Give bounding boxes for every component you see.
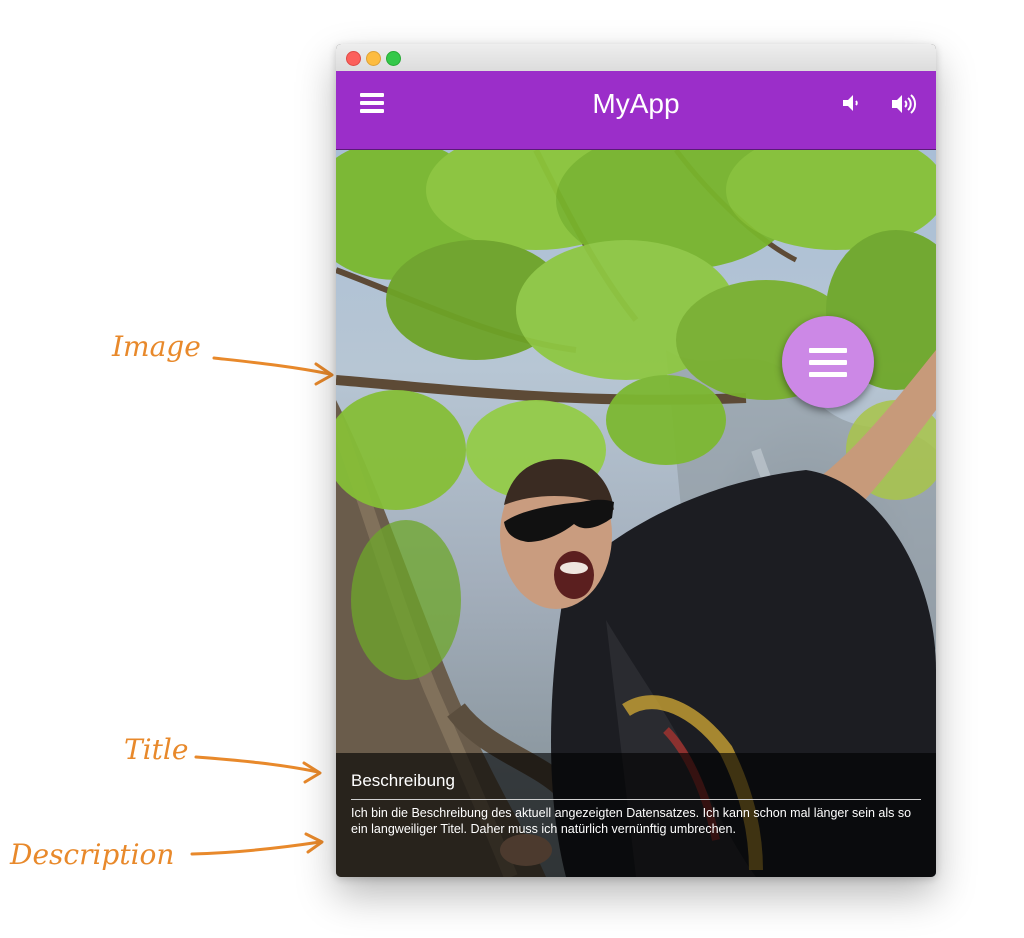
window-minimize-button[interactable] [366,51,381,66]
caption-title: Beschreibung [351,771,455,790]
window-titlebar [336,44,936,72]
fab-menu-button[interactable] [782,316,874,408]
app-bar: MyApp [336,71,936,150]
caption-divider [351,799,921,800]
caption-panel: Beschreibung Ich bin die Beschreibung de… [336,753,936,877]
volume-down-icon[interactable] [841,92,861,119]
window-close-button[interactable] [346,51,361,66]
annotation-arrow-title [194,755,320,774]
annotation-arrow-description [190,840,322,856]
window-maximize-button[interactable] [386,51,401,66]
hero-image: Beschreibung Ich bin die Beschreibung de… [336,150,936,877]
app-window: MyApp Beschreibung Ich bin die Beschreib… [336,44,936,877]
annotation-arrow-image [212,356,332,376]
volume-up-icon[interactable] [890,92,918,121]
caption-description: Ich bin die Beschreibung des aktuell ang… [351,806,912,836]
